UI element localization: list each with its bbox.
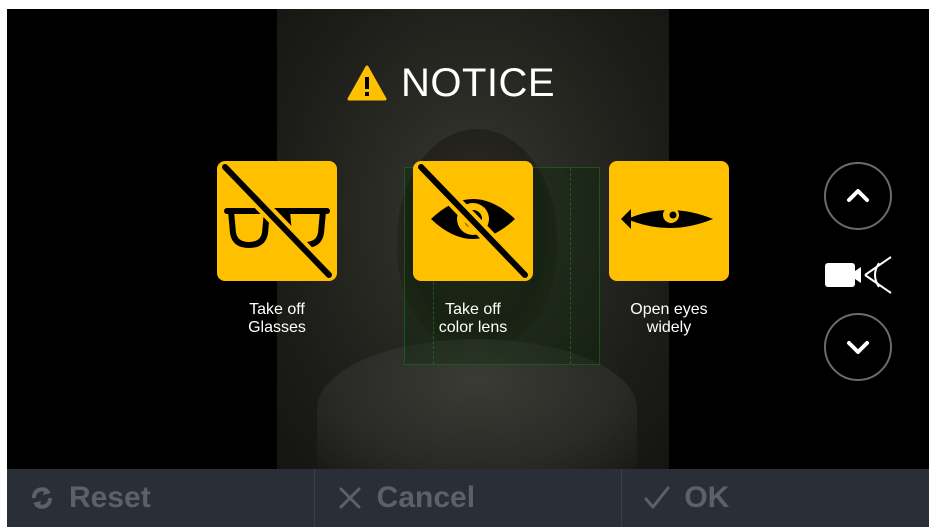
bottom-toolbar: Reset Cancel OK [7,469,929,527]
no-glasses-icon [219,162,335,280]
reset-button[interactable]: Reset [7,469,315,527]
open-eye-icon [621,207,713,229]
no-color-lens-label: Take off color lens [438,301,508,336]
cancel-button[interactable]: Cancel [315,469,623,527]
enrollment-screen: NOTICE Take off Glasses Take off color l… [7,9,929,527]
chevron-up-icon [847,189,869,202]
ok-button[interactable]: OK [622,469,929,527]
no-color-lens-icon [415,162,531,280]
close-icon [339,487,361,509]
open-eye-label: Open eyes widely [630,301,708,336]
reset-label: Reset [69,481,151,514]
open-eye-tile [609,161,729,281]
reset-icon [32,487,52,509]
warning-icon [347,65,387,101]
ok-label: OK [684,481,730,514]
scroll-down-button[interactable] [824,313,892,381]
chevron-down-icon [847,341,869,354]
cancel-label: Cancel [376,481,476,514]
check-icon [644,486,670,509]
no-color-lens-tile [413,161,533,281]
no-glasses-label: Take off Glasses [248,301,306,336]
no-glasses-tile [217,161,337,281]
camera-switch-icon[interactable] [821,253,901,297]
notice-title: NOTICE [401,61,556,105]
scroll-up-button[interactable] [824,162,892,230]
notice-header: NOTICE [347,59,555,107]
